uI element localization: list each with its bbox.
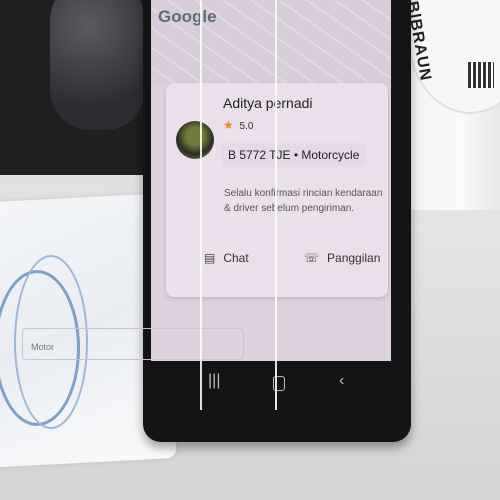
phone-icon: ☏ xyxy=(304,251,320,265)
avatar[interactable] xyxy=(176,121,214,159)
google-logo: Google xyxy=(158,7,217,26)
driver-name: Aditya pernadi xyxy=(223,95,313,111)
driver-rating: ★ 5.0 xyxy=(223,118,253,132)
android-navbar xyxy=(151,361,391,406)
chat-label: Chat xyxy=(223,251,249,265)
cup-object xyxy=(50,0,145,130)
safety-notice: Selalu konfirmasi rincian kendaraan & dr… xyxy=(224,188,383,214)
qr-code xyxy=(468,62,494,88)
call-label: Panggilan xyxy=(327,251,381,265)
rating-value: 5.0 xyxy=(239,121,254,132)
plate-badge: B 5772 TJE • Motorcycle xyxy=(222,143,366,167)
photo-scene: B|BRAUN Google Aditya pernadi ★ 5.0 B 57… xyxy=(0,0,500,500)
star-icon: ★ xyxy=(223,118,234,132)
screen-defect-line xyxy=(200,0,202,410)
motor-field[interactable] xyxy=(22,328,244,360)
chat-button[interactable]: ▤ Chat xyxy=(204,251,249,265)
phone-screen: Google Aditya pernadi ★ 5.0 B 5772 TJE •… xyxy=(151,0,391,361)
motor-label: Motor xyxy=(31,342,55,352)
map-area[interactable]: Google xyxy=(151,0,391,85)
nav-back-icon[interactable]: ‹ xyxy=(339,372,344,390)
chat-icon: ▤ xyxy=(204,251,216,265)
screen-defect-line xyxy=(275,0,277,410)
nav-recent-icon[interactable]: ||| xyxy=(208,372,220,390)
call-button[interactable]: ☏ Panggilan xyxy=(304,251,380,265)
